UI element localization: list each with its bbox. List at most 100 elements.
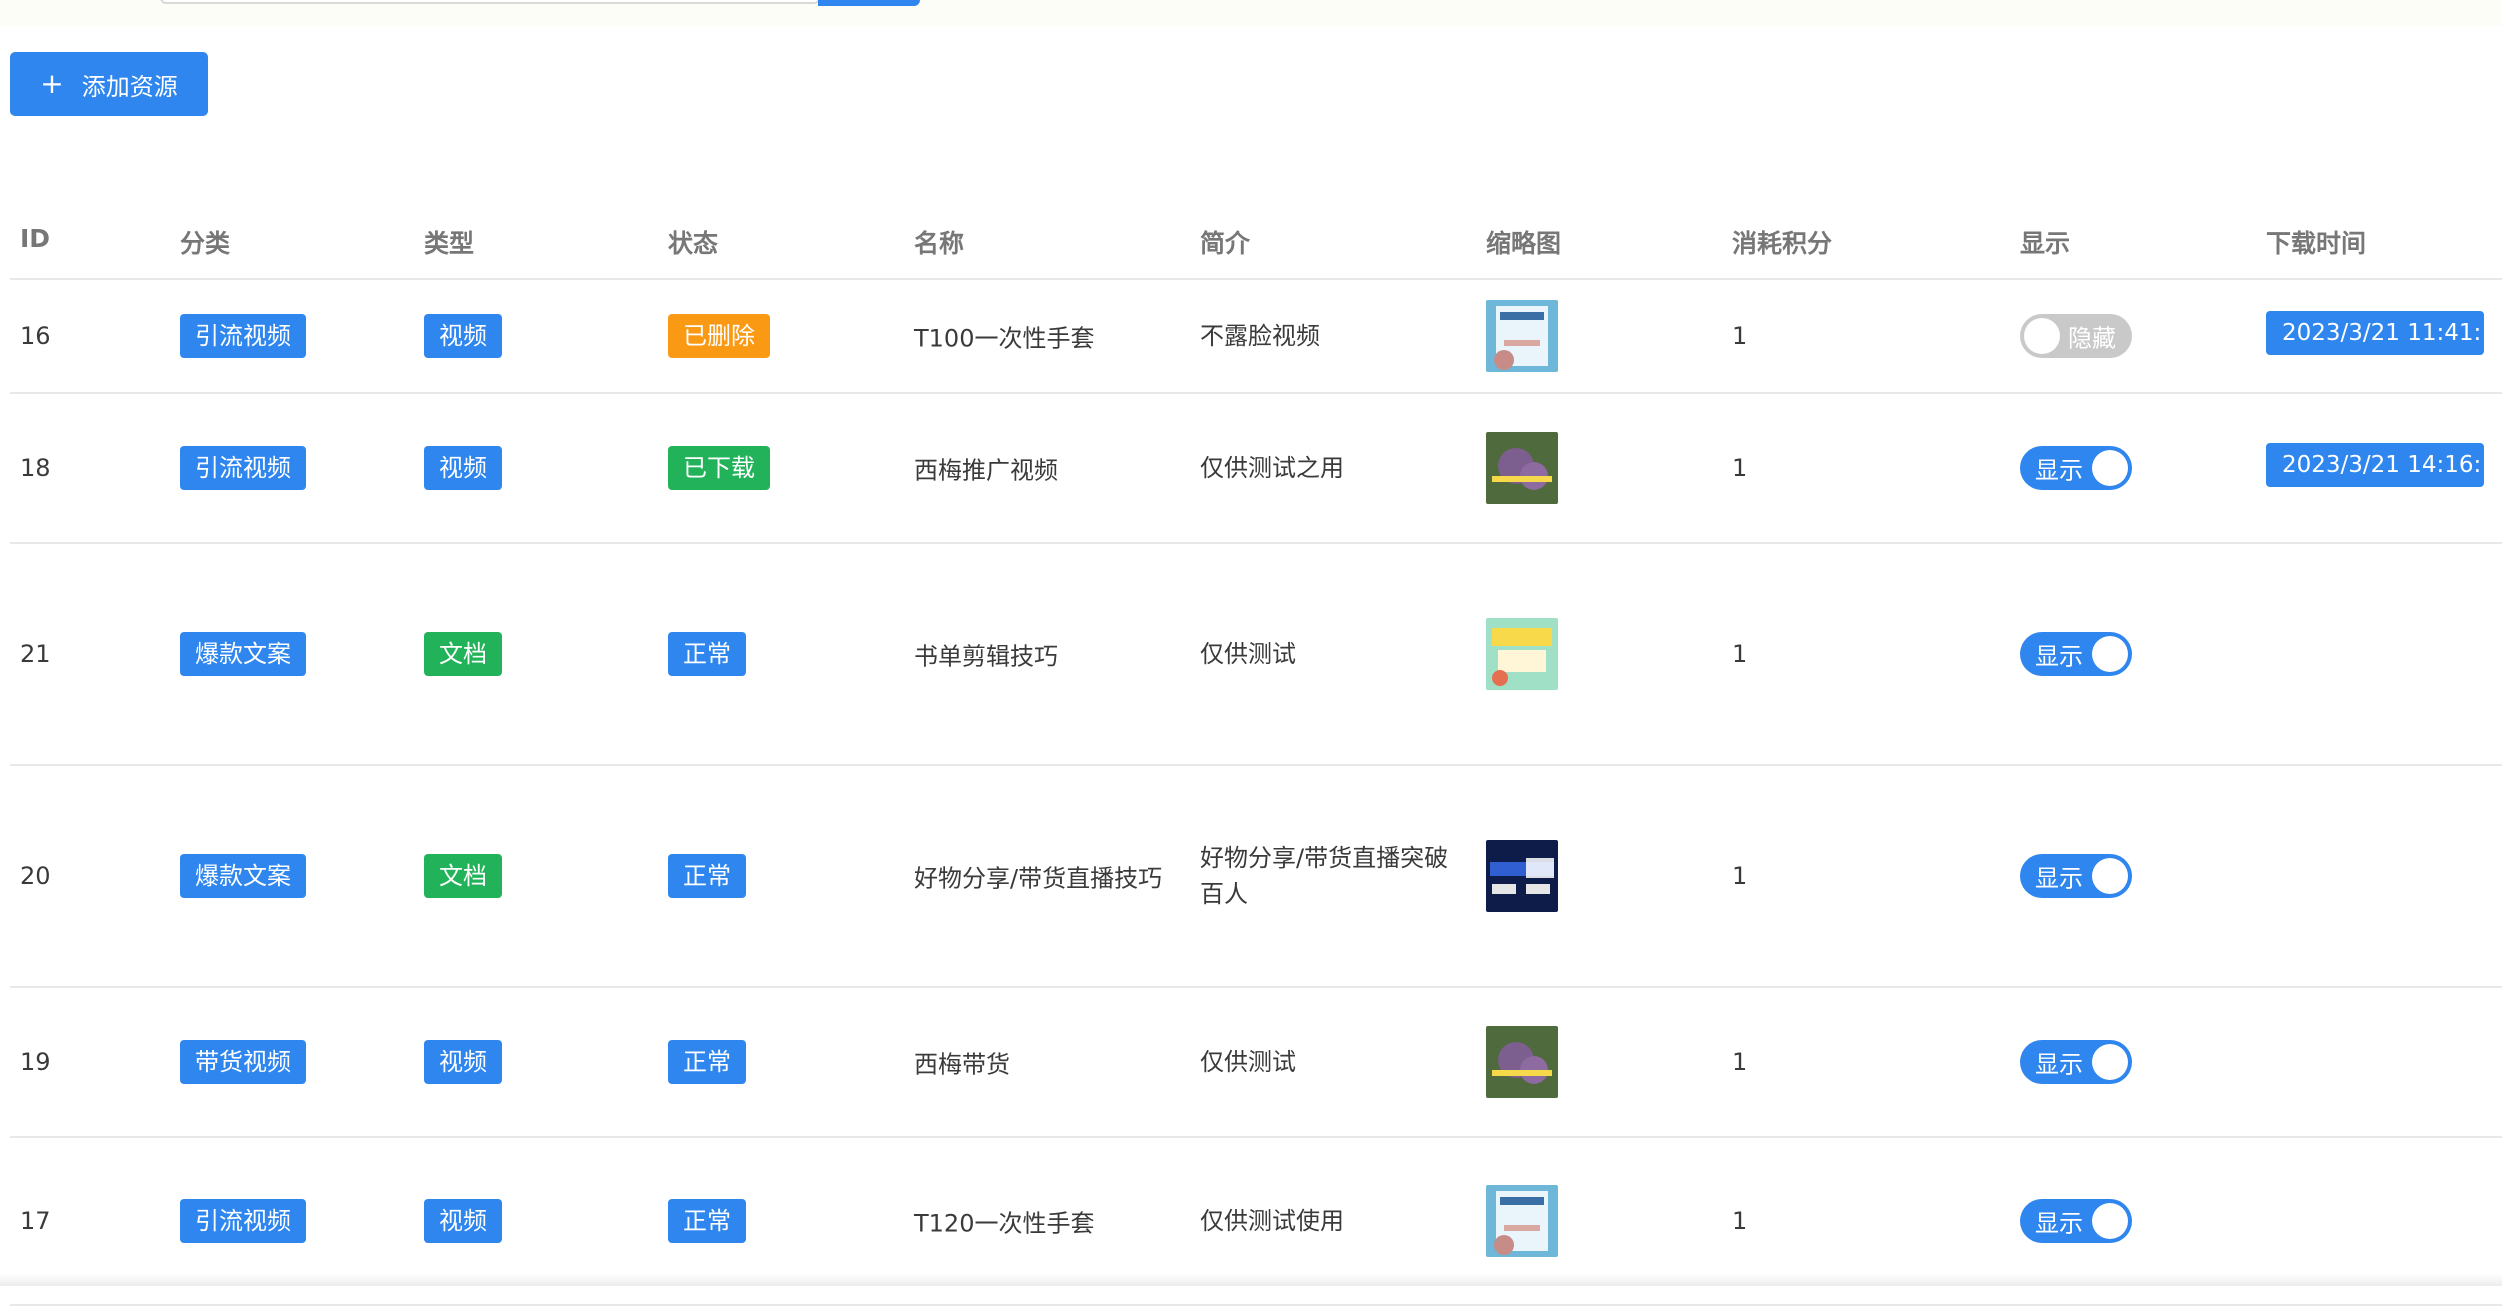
table-row: 20 爆款文案 文档 正常 好物分享/带货直播技巧 好物分享/带货直播突破百人 1 显示: [10, 766, 2502, 988]
type-tag: 视频: [424, 1040, 502, 1084]
column-header-status: 状态: [668, 229, 719, 258]
resource-name: 书单剪辑技巧: [914, 642, 1058, 671]
display-toggle-label: 显示: [2035, 864, 2083, 893]
display-toggle-label: 显示: [2035, 1050, 2083, 1079]
add-resource-button[interactable]: + 添加资源: [10, 52, 208, 116]
display-toggle[interactable]: 显示: [2020, 854, 2132, 898]
display-toggle[interactable]: 显示: [2020, 446, 2132, 490]
display-toggle-label: 显示: [2035, 456, 2083, 485]
category-tag: 爆款文案: [180, 854, 306, 898]
type-cell: 文档: [424, 854, 502, 898]
status-cell: 已删除: [668, 314, 770, 358]
gloves-thumbnail[interactable]: [1486, 1185, 1558, 1257]
points-value: 1: [1732, 862, 1748, 890]
type-cell: 视频: [424, 314, 502, 358]
category-cell: 爆款文案: [180, 854, 306, 898]
display-toggle[interactable]: 显示: [2020, 1199, 2132, 1243]
thumbnail-cell: [1486, 1026, 1558, 1098]
status-tag: 正常: [668, 1040, 746, 1084]
display-cell: 显示: [2020, 632, 2132, 676]
toggle-knob: [2024, 318, 2060, 354]
table-body: 16 引流视频 视频 已删除 T100一次性手套 不露脸视频 1 隐藏 2023/3/21 11…: [10, 280, 2502, 1306]
status-cell: 正常: [668, 854, 746, 898]
row-id: 19: [20, 1048, 51, 1076]
row-id: 17: [20, 1207, 51, 1235]
display-toggle-label: 隐藏: [2068, 324, 2116, 353]
thumbnail-cell: [1486, 300, 1558, 372]
resource-name: T100一次性手套: [914, 324, 1095, 353]
top-search-bar: [0, 0, 2502, 26]
plum-thumbnail[interactable]: [1486, 1026, 1558, 1098]
points-value: 1: [1732, 454, 1748, 482]
category-tag: 引流视频: [180, 1199, 306, 1243]
toggle-knob: [2092, 1203, 2128, 1239]
resource-description: 仅供测试使用: [1200, 1207, 1344, 1235]
download-time-cell: 2023/3/21 14:16:: [2266, 443, 2484, 493]
resource-name: 西梅带货: [914, 1050, 1010, 1079]
plum-thumbnail[interactable]: [1486, 432, 1558, 504]
status-cell: 正常: [668, 1040, 746, 1084]
toggle-knob: [2092, 636, 2128, 672]
display-toggle[interactable]: 隐藏: [2020, 314, 2132, 358]
category-cell: 引流视频: [180, 314, 306, 358]
row-id: 16: [20, 322, 51, 350]
thumbnail-cell: [1486, 840, 1558, 912]
display-toggle[interactable]: 显示: [2020, 1040, 2132, 1084]
type-tag: 视频: [424, 1199, 502, 1243]
column-header-type: 类型: [424, 229, 475, 258]
points-value: 1: [1732, 640, 1748, 668]
table-row: 21 爆款文案 文档 正常 书单剪辑技巧 仅供测试 1 显示: [10, 544, 2502, 766]
resource-name: 西梅推广视频: [914, 456, 1058, 485]
row-id: 20: [20, 862, 51, 890]
add-resource-label: 添加资源: [81, 72, 178, 101]
gloves-thumbnail[interactable]: [1486, 300, 1558, 372]
display-cell: 显示: [2020, 446, 2132, 490]
display-toggle-label: 显示: [2035, 1209, 2083, 1238]
category-cell: 引流视频: [180, 1199, 306, 1243]
book-thumbnail[interactable]: [1486, 618, 1558, 690]
thumbnail-cell: [1486, 1185, 1558, 1257]
status-tag: 正常: [668, 854, 746, 898]
column-header-name: 名称: [914, 229, 965, 258]
type-cell: 视频: [424, 1199, 502, 1243]
search-button[interactable]: [818, 0, 920, 6]
search-input[interactable]: [160, 0, 820, 4]
row-id: 18: [20, 454, 51, 482]
column-header-download-time: 下载时间: [2266, 229, 2367, 258]
resource-description: 好物分享/带货直播突破百人: [1200, 844, 1449, 908]
status-tag: 正常: [668, 1199, 746, 1243]
category-cell: 爆款文案: [180, 632, 306, 676]
display-cell: 显示: [2020, 1040, 2132, 1084]
livestream-thumbnail[interactable]: [1486, 840, 1558, 912]
points-value: 1: [1732, 1048, 1748, 1076]
resource-table: ID 分类 类型 状态 名称 简介 缩略图 消耗积分 显示 下载时间 16 引流视…: [10, 180, 2502, 1306]
thumbnail-cell: [1486, 432, 1558, 504]
status-cell: 已下载: [668, 446, 770, 490]
category-cell: 带货视频: [180, 1040, 306, 1084]
column-header-thumbnail: 缩略图: [1486, 229, 1562, 258]
display-cell: 显示: [2020, 854, 2132, 898]
points-value: 1: [1732, 322, 1748, 350]
display-cell: 显示: [2020, 1199, 2132, 1243]
display-cell: 隐藏: [2020, 314, 2132, 358]
type-cell: 视频: [424, 1040, 502, 1084]
status-cell: 正常: [668, 1199, 746, 1243]
table-row: 18 引流视频 视频 已下载 西梅推广视频 仅供测试之用 1 显示 2023/3/21 14:1…: [10, 394, 2502, 544]
type-tag: 视频: [424, 446, 502, 490]
toggle-knob: [2092, 1044, 2128, 1080]
column-header-description: 简介: [1200, 229, 1251, 258]
type-tag: 文档: [424, 632, 502, 676]
category-tag: 带货视频: [180, 1040, 306, 1084]
status-tag: 正常: [668, 632, 746, 676]
bottom-edge: [0, 1274, 2502, 1286]
status-tag: 已下载: [668, 446, 770, 490]
download-time-tag: 2023/3/21 11:41:: [2266, 311, 2484, 355]
type-tag: 文档: [424, 854, 502, 898]
resource-description: 不露脸视频: [1200, 322, 1320, 350]
toggle-knob: [2092, 858, 2128, 894]
status-cell: 正常: [668, 632, 746, 676]
row-id: 21: [20, 640, 51, 668]
display-toggle[interactable]: 显示: [2020, 632, 2132, 676]
display-toggle-label: 显示: [2035, 642, 2083, 671]
plus-icon: +: [40, 67, 64, 100]
